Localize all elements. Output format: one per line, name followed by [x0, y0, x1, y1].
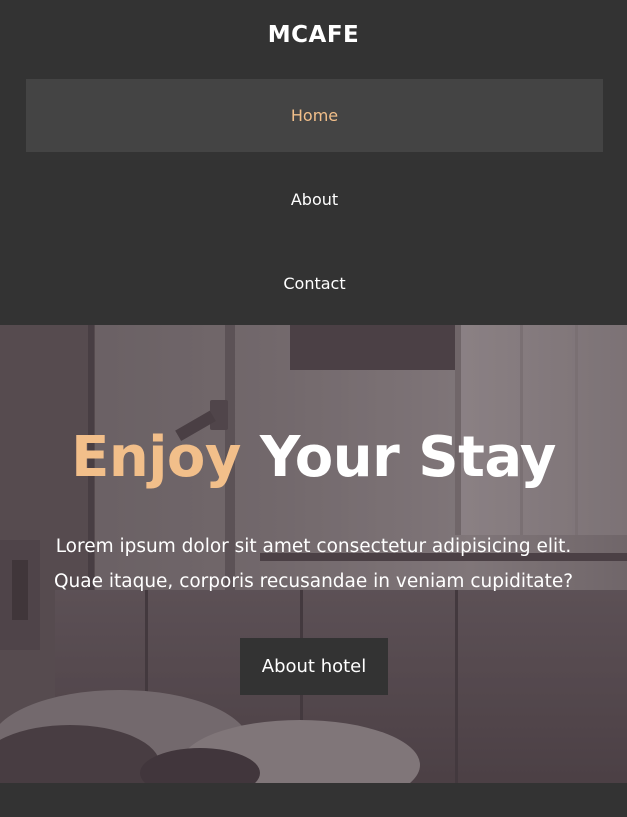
- about-hotel-button[interactable]: About hotel: [240, 638, 388, 695]
- nav-item-about[interactable]: About: [26, 163, 603, 236]
- nav-item-home[interactable]: Home: [26, 79, 603, 152]
- hero-description: Lorem ipsum dolor sit amet consectetur a…: [20, 529, 607, 599]
- site-header: MCAFE Home About Contact: [0, 0, 627, 325]
- hero-title: Enjoy Your Stay: [0, 423, 627, 493]
- hero-description-line1: Lorem ipsum dolor sit amet consectetur a…: [55, 536, 572, 557]
- hero-section: Enjoy Your Stay Lorem ipsum dolor sit am…: [0, 325, 627, 783]
- hero-description-line2: Quae itaque, corporis recusandae in veni…: [53, 571, 574, 592]
- hero-title-rest: Your Stay: [259, 425, 557, 490]
- hero-title-accent: Enjoy: [71, 425, 241, 490]
- main-nav: Home About Contact: [26, 79, 603, 331]
- nav-item-contact[interactable]: Contact: [26, 247, 603, 320]
- page-bottom-strip: [0, 783, 627, 817]
- brand-logo[interactable]: MCAFE: [0, 22, 627, 48]
